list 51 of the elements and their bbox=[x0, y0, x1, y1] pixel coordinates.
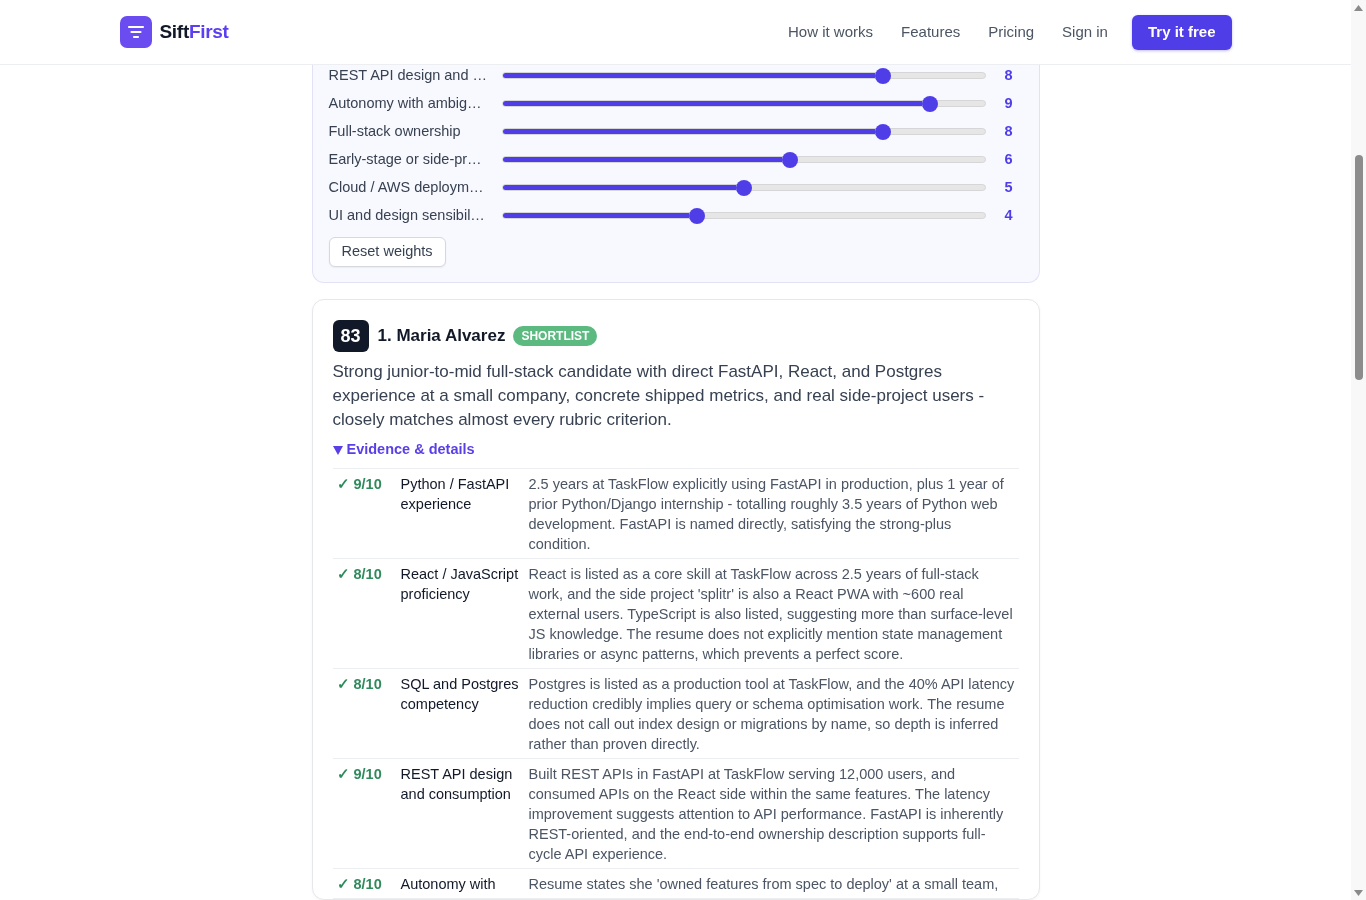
slider-label: REST API design and … bbox=[328, 66, 489, 85]
slider-label: UI and design sensibil… bbox=[328, 206, 486, 225]
criterion-name: SQL and Postgres competency bbox=[399, 675, 520, 714]
scrollbar[interactable] bbox=[1351, 0, 1366, 900]
criterion-evidence: Postgres is listed as a production tool at TaskFlow, and the 40% API latency reduction credibly implies query or schema optimisation work. The resume does not call out index design or migrations by name, so depth is inferred rather than proven directly. bbox=[527, 675, 1016, 754]
criterion-score: ✓ 9/10 bbox=[335, 765, 383, 784]
try-free-button[interactable]: Try it free bbox=[1131, 14, 1232, 50]
criterion-name: REST API design and consumption bbox=[399, 765, 514, 804]
slider-thumb[interactable] bbox=[875, 123, 892, 140]
brand-name[interactable]: SiftFirst bbox=[159, 17, 229, 47]
scrollbar-thumb[interactable] bbox=[1354, 155, 1363, 380]
evidence-toggle[interactable]: Evidence & details bbox=[332, 440, 475, 460]
weight-value: 4 bbox=[1003, 206, 1014, 225]
score-badge: 83 bbox=[332, 320, 369, 352]
criterion-score: ✓ 8/10 bbox=[335, 565, 383, 584]
scroll-up-arrow-icon[interactable] bbox=[1354, 5, 1363, 11]
nav-link-text[interactable]: Features bbox=[901, 20, 961, 44]
criterion-name: Python / FastAPI experience bbox=[399, 475, 511, 514]
weight-value: 8 bbox=[1003, 66, 1014, 85]
slider-label: Early-stage or side-pr… bbox=[328, 150, 483, 169]
candidate-summary: Strong junior-to-mid full-stack candidate with direct FastAPI, React, and Postgres experience at a small company, concrete shipped metrics, and real side-project users - closely matches almost every rubric criterion. bbox=[332, 361, 986, 431]
caret-icon[interactable] bbox=[332, 445, 343, 455]
scroll-down-arrow-icon[interactable] bbox=[1354, 890, 1363, 896]
slider-thumb[interactable] bbox=[921, 95, 938, 112]
criterion-score: ✓ 9/10 bbox=[335, 475, 383, 494]
candidate-name: 1. Maria Alvarez bbox=[377, 325, 506, 348]
nav-link-text[interactable]: How it works bbox=[788, 20, 874, 44]
slider-thumb[interactable] bbox=[875, 67, 892, 84]
weight-value: 5 bbox=[1003, 178, 1014, 197]
status-badge: SHORTLIST bbox=[513, 326, 598, 346]
logo-icon bbox=[119, 16, 152, 48]
slider-label: Cloud / AWS deploym… bbox=[328, 178, 485, 197]
weight-value: 9 bbox=[1003, 94, 1014, 113]
slider-label: Autonomy with ambig… bbox=[328, 94, 483, 113]
criterion-score: ✓ 8/10 bbox=[335, 675, 383, 694]
criterion-evidence: 2.5 years at TaskFlow explicitly using FastAPI in production, plus 1 year of prior Python/Django internship - totalling roughly 3.5 years of Python web development. FastAPI is named directly, satisfying the strong-plus condition. bbox=[527, 475, 1005, 554]
nav-link-text[interactable]: Sign in bbox=[1062, 20, 1108, 44]
weight-value: 6 bbox=[1003, 150, 1014, 169]
weight-value: 8 bbox=[1003, 122, 1014, 141]
nav-link-text[interactable]: Pricing bbox=[988, 20, 1035, 44]
reset-weights-button[interactable]: Reset weights bbox=[328, 237, 446, 267]
slider-thumb[interactable] bbox=[735, 179, 752, 196]
criterion-score: ✓ 8/10 bbox=[335, 875, 383, 894]
slider-thumb[interactable] bbox=[782, 151, 799, 168]
criterion-name: Autonomy with bbox=[399, 875, 497, 894]
criterion-evidence: Built REST APIs in FastAPI at TaskFlow serving 12,000 users, and consumed APIs on the React side within the same features. The latency improvement suggests attention to API performance. FastAPI is inherently REST-oriented, and the end-to-end ownership description supports full-cycle API experience. bbox=[527, 765, 1005, 864]
slider-thumb[interactable] bbox=[688, 207, 705, 224]
criterion-evidence: Resume states she 'owned features from spec to deploy' at a small team, bbox=[527, 875, 1000, 894]
criterion-name: React / JavaScript proficiency bbox=[399, 565, 520, 604]
slider-label: Full-stack ownership bbox=[328, 122, 462, 141]
criterion-evidence: React is listed as a core skill at TaskFlow across 2.5 years of full-stack work, and the side project 'splitr' is also a React PWA with ~600 real external users. TypeScript is also listed, suggesting more than surface-level JS knowledge. The resume does not explicitly mention state management libraries or async patterns, which prevents a perfect score. bbox=[527, 565, 1014, 664]
